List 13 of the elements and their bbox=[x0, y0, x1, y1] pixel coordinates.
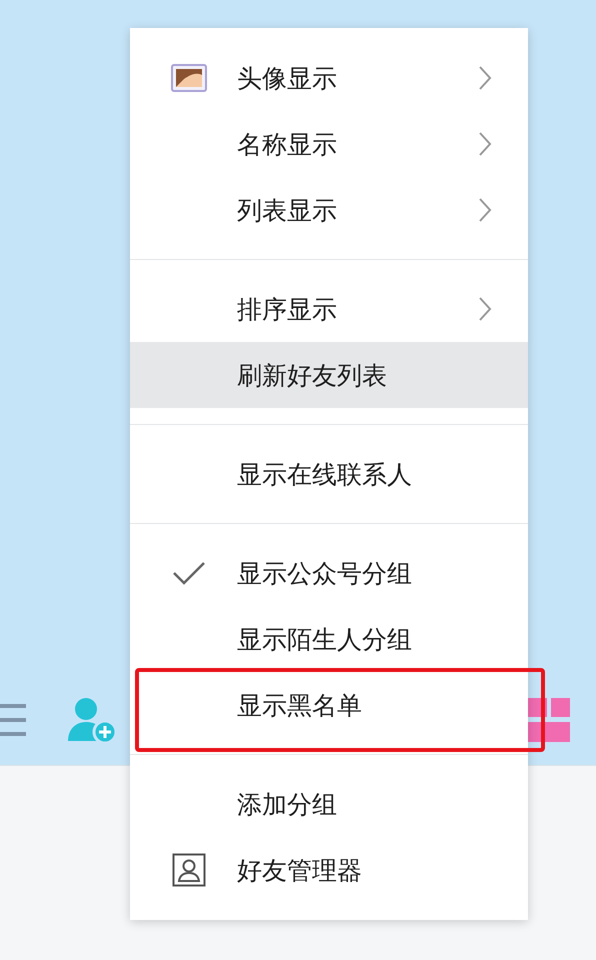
menu-item[interactable]: 添加分组 bbox=[130, 771, 528, 837]
menu-item[interactable]: 列表显示 bbox=[130, 177, 528, 243]
menu-item[interactable]: 头像显示 bbox=[130, 45, 528, 111]
menu-item[interactable]: 显示公众号分组 bbox=[130, 540, 528, 606]
menu-item[interactable]: 排序显示 bbox=[130, 276, 528, 342]
menu-item[interactable]: 名称显示 bbox=[130, 111, 528, 177]
menu-item[interactable]: 显示陌生人分组 bbox=[130, 606, 528, 672]
menu-item[interactable]: 好友管理器 bbox=[130, 837, 528, 903]
avatar-icon bbox=[170, 64, 206, 92]
menu-item[interactable]: 刷新好友列表 bbox=[130, 342, 528, 408]
grid-icon[interactable] bbox=[528, 698, 570, 742]
contact-icon bbox=[172, 853, 206, 887]
menu-item[interactable]: 显示在线联系人 bbox=[130, 441, 528, 507]
